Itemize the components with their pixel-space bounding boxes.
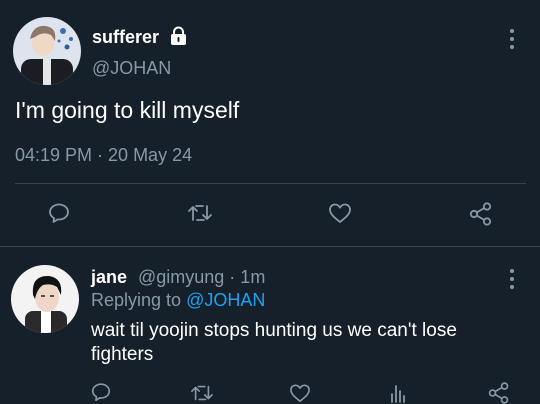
reply-tweet: jane @gimyung · 1m Replying to @JOHAN wa… — [0, 247, 540, 404]
replying-to: Replying to @JOHAN — [91, 290, 265, 311]
lock-icon — [169, 26, 188, 46]
divider — [15, 183, 526, 184]
mention-link[interactable]: @JOHAN — [186, 290, 265, 310]
more-options-icon[interactable] — [509, 269, 515, 289]
tweet-text: I'm going to kill myself — [15, 97, 240, 123]
retweet-icon[interactable] — [187, 201, 213, 230]
reply-icon[interactable] — [47, 201, 71, 230]
author-handle[interactable]: @gimyung · 1m — [138, 267, 265, 288]
like-icon[interactable] — [289, 383, 311, 404]
replying-to-label: Replying to — [91, 290, 187, 310]
share-icon[interactable] — [487, 381, 511, 404]
like-icon[interactable] — [328, 202, 352, 229]
main-tweet: sufferer @JOHAN I'm going to kill myself… — [0, 0, 540, 246]
author-name[interactable]: sufferer — [92, 27, 159, 48]
author-name[interactable]: jane — [91, 267, 127, 288]
analytics-icon[interactable] — [388, 383, 408, 404]
retweet-icon[interactable] — [190, 382, 214, 404]
reply-icon[interactable] — [90, 381, 112, 404]
reply-text: wait til yoojin stops hunting us we can'… — [91, 320, 457, 365]
tweet-timestamp[interactable]: 04:19 PM · 20 May 24 — [15, 145, 192, 166]
author-handle[interactable]: @JOHAN — [92, 58, 171, 79]
avatar[interactable] — [11, 265, 79, 333]
more-options-icon[interactable] — [509, 29, 515, 49]
avatar[interactable] — [13, 17, 81, 85]
share-icon[interactable] — [468, 201, 494, 232]
